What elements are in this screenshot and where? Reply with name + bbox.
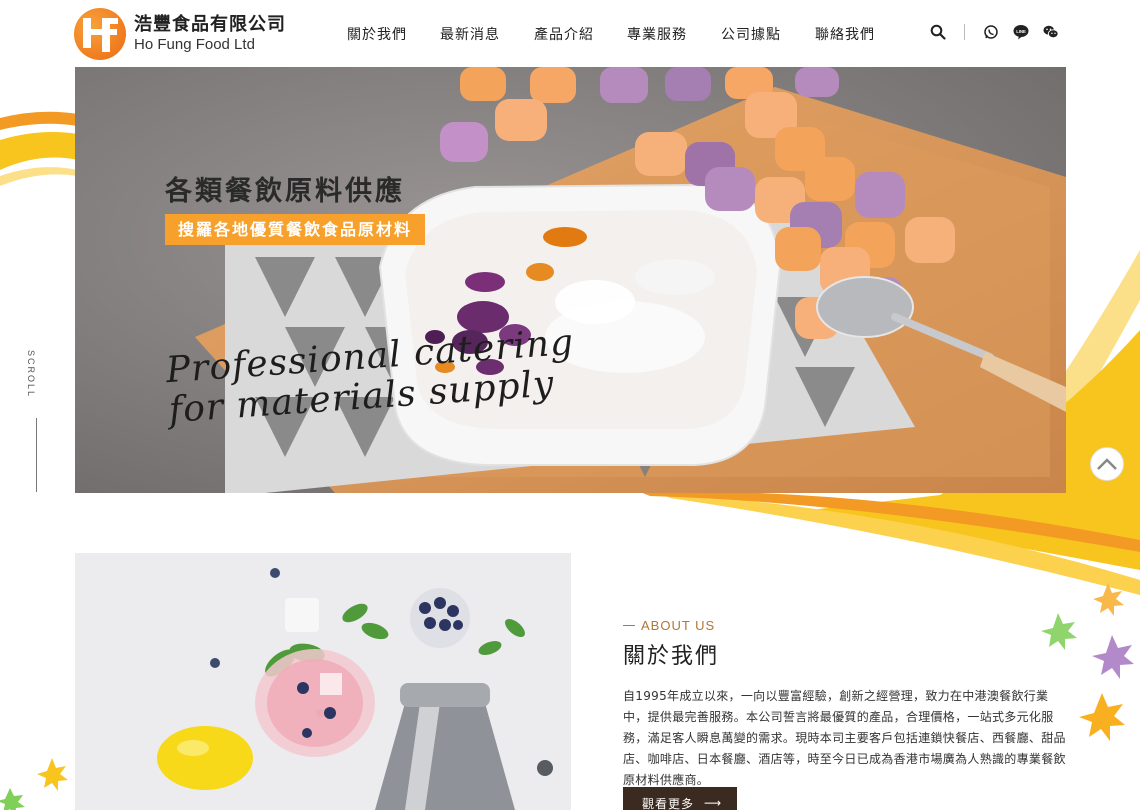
view-more-label: 觀看更多 [642, 796, 695, 810]
decorative-swoosh-left [0, 111, 78, 186]
search-icon[interactable] [930, 24, 946, 40]
chevron-up-icon [1097, 458, 1117, 470]
decorative-splash-bottom-left [0, 758, 68, 810]
back-to-top-button[interactable] [1090, 447, 1124, 481]
nav-item-services[interactable]: 專業服務 [627, 24, 687, 44]
hero-subtitle: 搜羅各地優質餐飲食品原材料 [165, 214, 426, 245]
scroll-indicator-line [36, 418, 37, 492]
line-icon[interactable]: LINE [1013, 24, 1029, 40]
svg-text:LINE: LINE [1016, 29, 1026, 34]
arrow-right-icon: ⟶ [704, 796, 723, 810]
nav-item-contact[interactable]: 聯絡我們 [815, 24, 875, 44]
about-eyebrow-text: ABOUT US [641, 618, 716, 633]
about-title: 關於我們 [623, 644, 720, 669]
whatsapp-icon[interactable] [983, 24, 999, 40]
scroll-indicator-label: SCROLL [26, 350, 36, 399]
brand-name-en: Ho Fung Food Ltd [134, 35, 255, 53]
nav-item-about[interactable]: 關於我們 [347, 24, 407, 44]
about-description: 自1995年成立以來，一向以豐富經驗，創新之經營理，致力在中港澳餐飲行業中，提供… [623, 689, 1066, 787]
hero-food-illustration [75, 67, 1066, 493]
hero-title: 各類餐飲原料供應 [165, 176, 405, 207]
tools-divider [964, 24, 965, 40]
about-image [75, 553, 571, 810]
header-tools: LINE [930, 24, 1073, 40]
logo-text: 浩豐食品有限公司 Ho Fung Food Ltd [134, 14, 286, 53]
brand-name-cn: 浩豐食品有限公司 [134, 14, 286, 36]
wechat-icon[interactable] [1043, 24, 1059, 40]
nav-item-products[interactable]: 產品介紹 [534, 24, 594, 44]
eyebrow-dash [623, 625, 635, 626]
logo-mark [74, 8, 126, 60]
hero-banner: 各類餐飲原料供應 搜羅各地優質餐飲食品原材料 Professional cate… [75, 67, 1066, 493]
nav-item-locations[interactable]: 公司據點 [721, 24, 781, 44]
view-more-button[interactable]: 觀看更多 ⟶ [623, 787, 737, 810]
about-eyebrow: ABOUT US [623, 618, 715, 633]
drinks-illustration [75, 553, 571, 810]
site-header: 浩豐食品有限公司 Ho Fung Food Ltd 關於我們 最新消息 產品介紹… [0, 0, 1140, 66]
brand-logo[interactable]: 浩豐食品有限公司 Ho Fung Food Ltd [74, 7, 294, 61]
nav-item-news[interactable]: 最新消息 [440, 24, 500, 44]
